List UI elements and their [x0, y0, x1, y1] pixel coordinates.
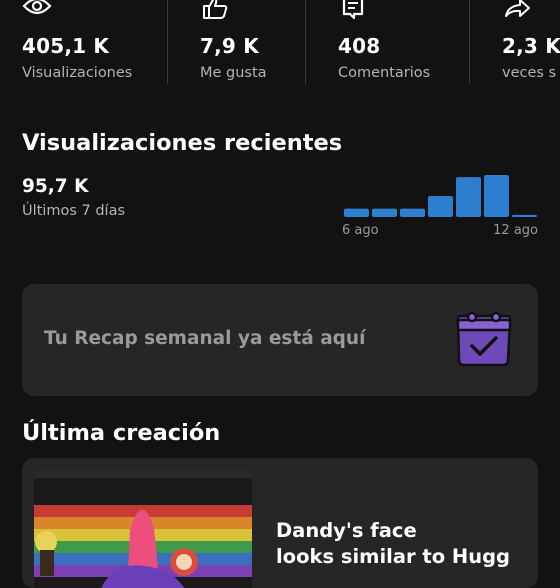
chart-bar [456, 177, 481, 217]
section-title-latest: Última creación [22, 420, 221, 446]
video-title-line-1: Dandy's face [276, 519, 417, 542]
chart-bar [344, 208, 369, 217]
divider [305, 0, 306, 84]
stat-value: 2,3 K [502, 34, 560, 58]
chart-bar [372, 208, 397, 217]
stats-row: 405,1 K Visualizaciones 7,9 K Me gusta 4… [0, 0, 560, 88]
latest-creation-card[interactable]: Dandy's face looks similar to Hugg [22, 458, 538, 588]
comment-icon [342, 0, 364, 20]
video-title: Dandy's face looks similar to Hugg [276, 518, 526, 570]
chart-tick-label: 12 ago [493, 223, 538, 238]
stat-value: 7,9 K [200, 34, 259, 58]
recent-views-chart[interactable]: 6 ago 12 ago [340, 168, 540, 240]
weekly-recap-text: Tu Recap semanal ya está aquí [44, 328, 366, 349]
stat-value: 405,1 K [22, 34, 110, 58]
video-thumbnail[interactable] [34, 470, 252, 588]
recent-views-value: 95,7 K [22, 176, 89, 197]
stat-label: Comentarios [338, 65, 431, 81]
chart-bar [400, 208, 425, 217]
video-thumbnail-image [34, 470, 252, 588]
thumbs-up-icon [203, 0, 228, 19]
chart-bar [512, 214, 537, 217]
video-title-line-2: looks similar to Hugg [276, 545, 511, 568]
stat-label: Me gusta [200, 65, 267, 81]
chart-bar [484, 175, 509, 217]
stat-value: 408 [338, 34, 381, 58]
eye-icon [22, 0, 52, 15]
share-icon [505, 0, 530, 17]
recent-views-period: Últimos 7 días [22, 203, 126, 219]
chart-tick-label: 6 ago [342, 223, 379, 238]
divider [167, 0, 168, 84]
stat-label: veces s [502, 65, 557, 81]
stat-label: Visualizaciones [22, 65, 133, 81]
weekly-recap-banner[interactable]: Tu Recap semanal ya está aquí [22, 284, 538, 396]
divider [469, 0, 470, 84]
chart-bar [428, 196, 453, 217]
calendar-check-icon [456, 311, 512, 367]
section-title-recent: Visualizaciones recientes [22, 130, 343, 156]
